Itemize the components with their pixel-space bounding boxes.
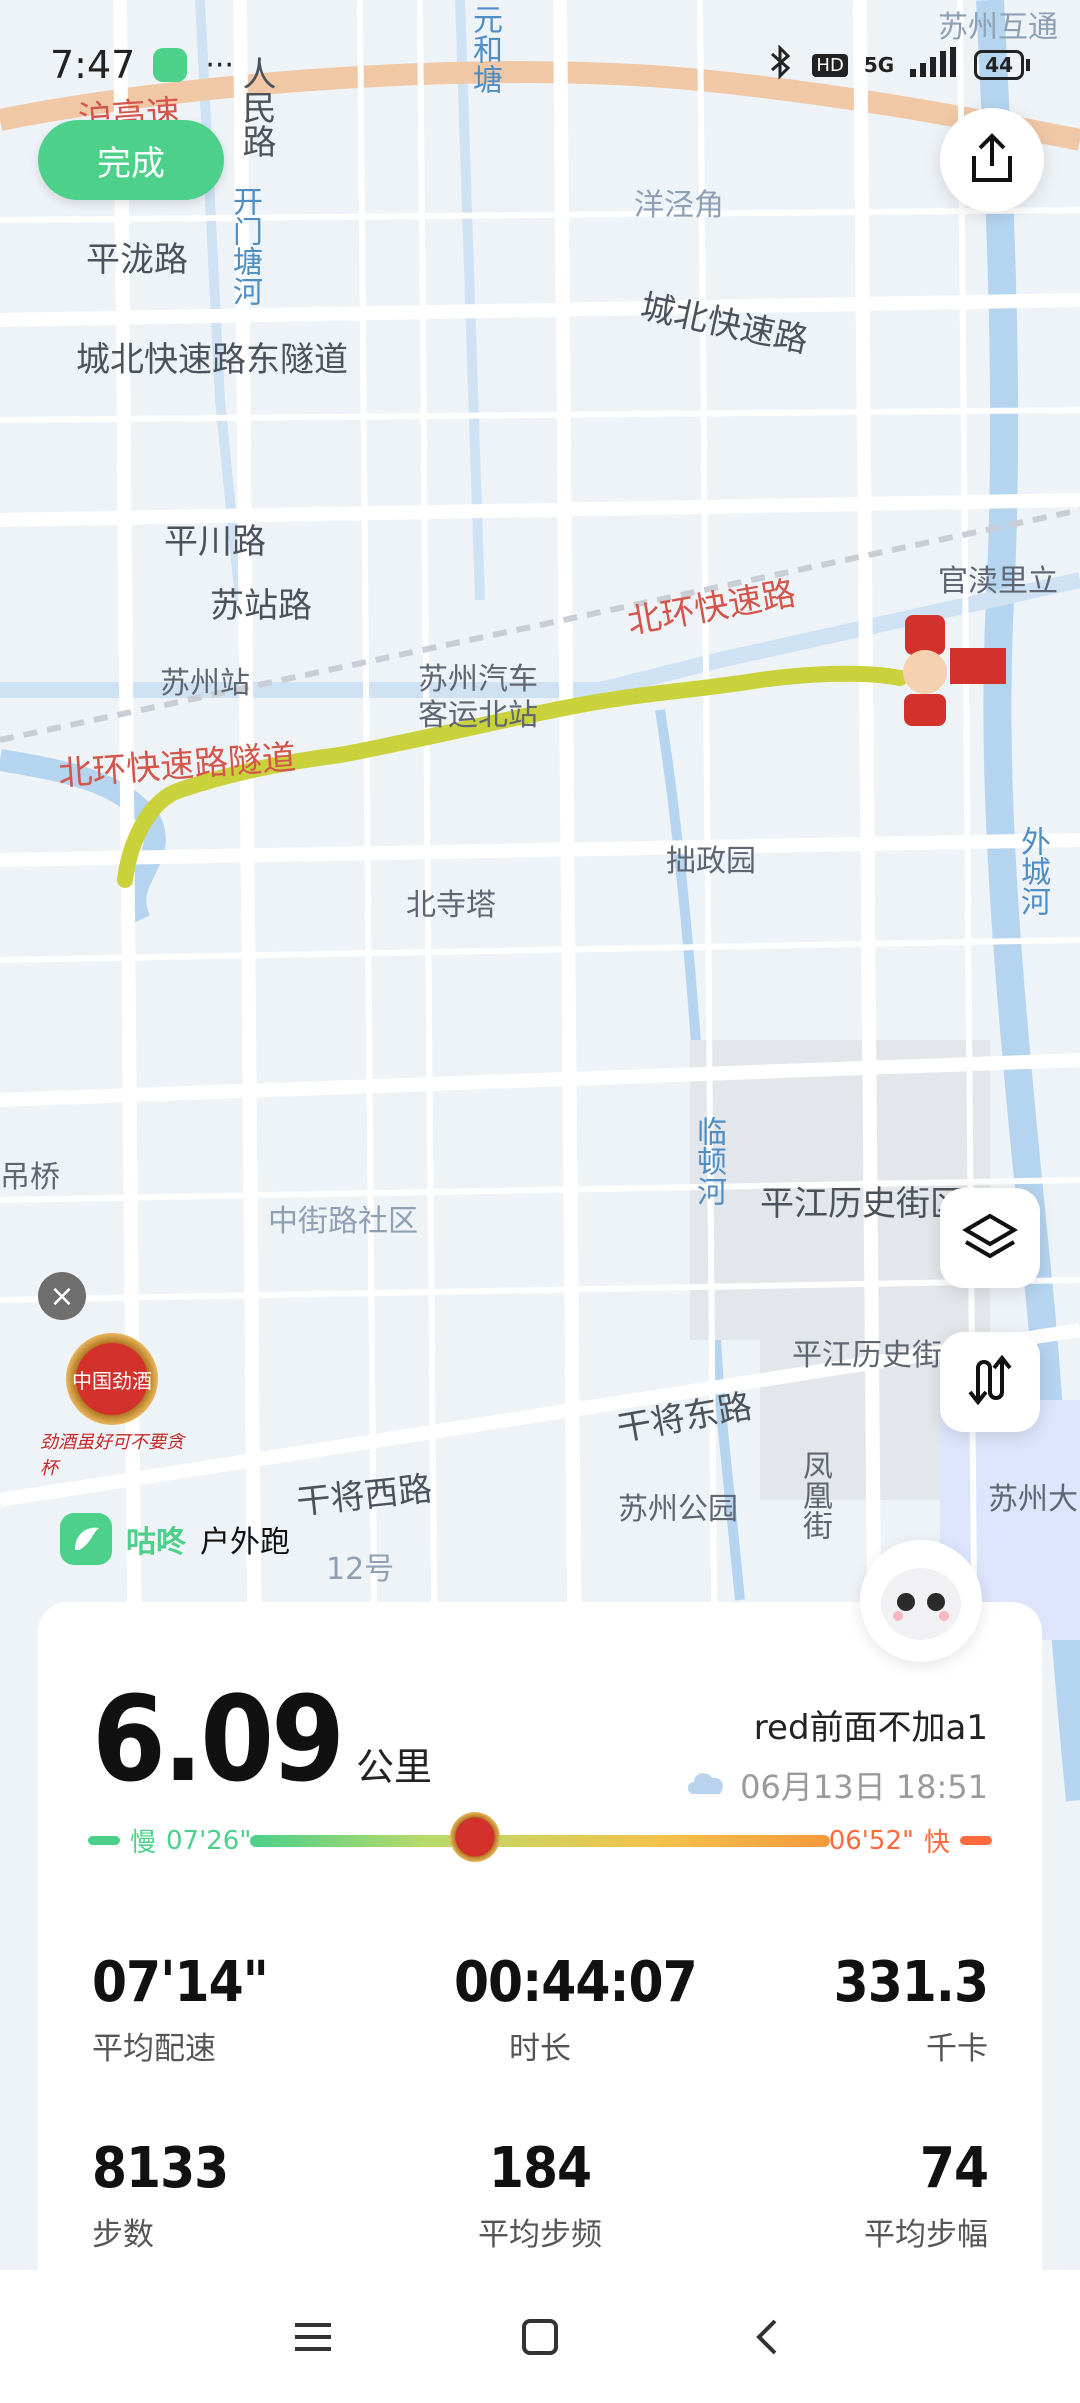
map-label: 平江历史街区 xyxy=(760,1184,964,1224)
map-layers-button[interactable] xyxy=(940,1188,1040,1288)
map-label: 中街路社区 xyxy=(268,1204,418,1239)
route-replay-button[interactable] xyxy=(940,1332,1040,1432)
map-label: 吊桥 xyxy=(0,1160,60,1195)
run-title[interactable]: red前面不加a1 xyxy=(754,1700,988,1749)
stat-cadence: 184 平均步频 xyxy=(478,2136,602,2253)
network-type: 5G xyxy=(863,53,895,77)
map-label: 洋泾角 xyxy=(634,188,724,223)
map-label: 凤凰街 xyxy=(797,1450,832,1540)
ad-badge[interactable]: 中国劲酒 xyxy=(66,1333,158,1425)
ad-slogan: 劲酒虽好可不要贪杯 xyxy=(40,1432,184,1479)
more-notifications-icon: ··· xyxy=(205,47,234,83)
pace-gradient-track xyxy=(250,1835,830,1847)
run-date: 06月13日 18:51 xyxy=(684,1762,988,1808)
map-label: 苏站路 xyxy=(210,586,312,626)
map-label: 苏州公园 xyxy=(618,1492,738,1527)
distance-value: 6.09 xyxy=(92,1670,345,1808)
map-label: 客运北站 xyxy=(418,698,538,733)
pace-fast-value: 06'52" xyxy=(828,1825,914,1856)
status-bar: 7:47 ··· HD 5G 44 xyxy=(0,0,1080,130)
pace-slow: 慢 07'26" xyxy=(88,1822,251,1859)
system-nav-bar xyxy=(0,2270,1080,2403)
stat-calories: 331.3 千卡 xyxy=(833,1950,989,2067)
pace-slow-label: 慢 xyxy=(130,1828,157,1858)
route-replay-icon xyxy=(962,1352,1018,1412)
run-mode: 户外跑 xyxy=(200,1525,290,1560)
back-button[interactable] xyxy=(727,2297,807,2377)
share-icon xyxy=(968,132,1016,188)
map-label: 外城河 xyxy=(1015,826,1050,916)
map-label: 平江历史街 xyxy=(792,1338,942,1373)
cloud-icon xyxy=(684,1766,728,1804)
close-ad-button[interactable]: × xyxy=(38,1272,86,1320)
recents-button[interactable] xyxy=(273,2297,353,2377)
map-label: 北寺塔 xyxy=(406,888,496,923)
pace-ad-marker xyxy=(450,1812,500,1862)
map-label: 临顿河 xyxy=(691,1116,726,1206)
battery-icon: 44 xyxy=(974,50,1030,80)
stat-avg-pace: 07'14" 平均配速 xyxy=(92,1950,269,2067)
bluetooth-icon xyxy=(766,43,796,87)
pace-fast: 06'52" 快 xyxy=(829,1822,992,1859)
stat-steps: 8133 步数 xyxy=(92,2136,229,2253)
stat-stride: 74 平均步幅 xyxy=(864,2136,989,2253)
map-label: 苏州大 xyxy=(988,1482,1078,1517)
stat-duration: 00:44:07 时长 xyxy=(454,1950,698,2067)
pace-range-bar: 慢 07'26" 06'52" 快 xyxy=(88,1812,992,1864)
share-button[interactable] xyxy=(940,108,1044,212)
brand-name: 咕咚 xyxy=(126,1525,186,1560)
map-label: 平泷路 xyxy=(86,240,188,280)
done-button[interactable]: 完成 xyxy=(38,120,224,200)
mascot-avatar[interactable] xyxy=(860,1540,982,1662)
distance-unit: 公里 xyxy=(355,1745,432,1789)
brand-chip: 咕咚 户外跑 xyxy=(60,1513,290,1565)
hd-icon: HD xyxy=(812,53,848,77)
distance-display: 6.09 公里 xyxy=(92,1670,432,1808)
home-button[interactable] xyxy=(500,2297,580,2377)
map-label: 苏州站 xyxy=(160,666,250,701)
signal-icon xyxy=(910,46,958,84)
layers-icon xyxy=(962,1210,1018,1266)
map-label: 平川路 xyxy=(164,522,266,562)
run-date-text: 06月13日 18:51 xyxy=(740,1768,988,1806)
pace-slow-value: 07'26" xyxy=(166,1825,252,1856)
codoon-logo-icon xyxy=(60,1513,112,1565)
map-label: 开门塘河 xyxy=(227,186,262,306)
pace-fast-label: 快 xyxy=(923,1828,950,1858)
map-label: 12号 xyxy=(326,1552,395,1587)
app-notification-icon xyxy=(153,48,188,82)
status-time: 7:47 xyxy=(50,43,136,87)
map-label: 官渎里立 xyxy=(938,564,1058,599)
map-label: 拙政园 xyxy=(666,844,756,879)
map-label: 城北快速路东隧道 xyxy=(76,340,348,380)
